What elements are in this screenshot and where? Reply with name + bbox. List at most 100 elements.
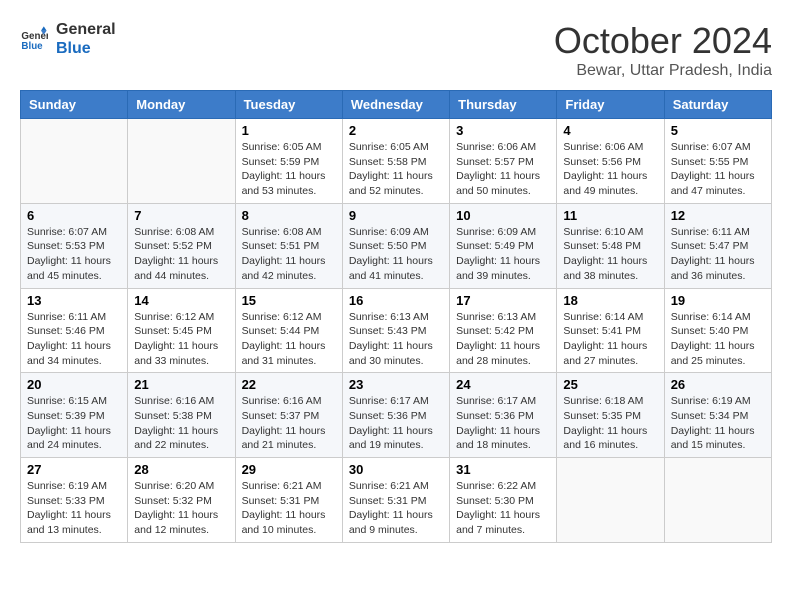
day-info: Sunrise: 6:18 AMSunset: 5:35 PMDaylight:… [563,394,657,453]
calendar-cell: 27 Sunrise: 6:19 AMSunset: 5:33 PMDayligh… [21,458,128,543]
day-number: 6 [27,208,121,223]
calendar-cell: 28 Sunrise: 6:20 AMSunset: 5:32 PMDayligh… [128,458,235,543]
calendar-week-2: 6 Sunrise: 6:07 AMSunset: 5:53 PMDaylight… [21,203,772,288]
day-number: 14 [134,293,228,308]
day-number: 1 [242,123,336,138]
header-thursday: Thursday [450,91,557,119]
calendar-header-row: SundayMondayTuesdayWednesdayThursdayFrid… [21,91,772,119]
day-info: Sunrise: 6:22 AMSunset: 5:30 PMDaylight:… [456,479,550,538]
logo: General Blue General Blue [20,20,116,58]
calendar-cell: 12Sunrise: 6:11 AMSunset: 5:47 PMDayligh… [664,203,771,288]
calendar-cell: 4Sunrise: 6:06 AMSunset: 5:56 PMDaylight… [557,119,664,204]
svg-text:Blue: Blue [21,41,43,52]
day-number: 27 [27,462,121,477]
day-number: 31 [456,462,550,477]
calendar-week-5: 27 Sunrise: 6:19 AMSunset: 5:33 PMDayligh… [21,458,772,543]
calendar-cell: 13 Sunrise: 6:11 AMSunset: 5:46 PMDayligh… [21,288,128,373]
day-number: 16 [349,293,443,308]
calendar-cell: 2 Sunrise: 6:05 AMSunset: 5:58 PMDaylight… [342,119,449,204]
header-friday: Friday [557,91,664,119]
calendar-table: SundayMondayTuesdayWednesdayThursdayFrid… [20,90,772,543]
day-number: 9 [349,208,443,223]
day-number: 2 [349,123,443,138]
header-saturday: Saturday [664,91,771,119]
day-number: 26 [671,377,765,392]
calendar-week-1: 1 Sunrise: 6:05 AMSunset: 5:59 PMDaylight… [21,119,772,204]
day-info: Sunrise: 6:13 AMSunset: 5:43 PMDaylight:… [349,310,443,369]
calendar-week-3: 13 Sunrise: 6:11 AMSunset: 5:46 PMDayligh… [21,288,772,373]
calendar-cell: 5Sunrise: 6:07 AMSunset: 5:55 PMDaylight… [664,119,771,204]
day-number: 30 [349,462,443,477]
day-info: Sunrise: 6:17 AMSunset: 5:36 PMDaylight:… [349,394,443,453]
calendar-cell: 18Sunrise: 6:14 AMSunset: 5:41 PMDayligh… [557,288,664,373]
day-info: Sunrise: 6:09 AMSunset: 5:49 PMDaylight:… [456,225,550,284]
day-info: Sunrise: 6:15 AMSunset: 5:39 PMDaylight:… [27,394,121,453]
location-subtitle: Bewar, Uttar Pradesh, India [554,62,772,80]
day-number: 28 [134,462,228,477]
calendar-cell: 23 Sunrise: 6:17 AMSunset: 5:36 PMDayligh… [342,373,449,458]
calendar-cell [21,119,128,204]
calendar-cell: 6 Sunrise: 6:07 AMSunset: 5:53 PMDaylight… [21,203,128,288]
header-tuesday: Tuesday [235,91,342,119]
day-info: Sunrise: 6:12 AMSunset: 5:44 PMDaylight:… [242,310,336,369]
day-info: Sunrise: 6:06 AMSunset: 5:57 PMDaylight:… [456,140,550,199]
calendar-cell: 1 Sunrise: 6:05 AMSunset: 5:59 PMDaylight… [235,119,342,204]
calendar-cell: 10 Sunrise: 6:09 AMSunset: 5:49 PMDayligh… [450,203,557,288]
logo-blue: Blue [56,39,116,58]
calendar-cell: 17Sunrise: 6:13 AMSunset: 5:42 PMDayligh… [450,288,557,373]
logo-icon: General Blue [20,25,48,53]
calendar-cell: 29 Sunrise: 6:21 AMSunset: 5:31 PMDayligh… [235,458,342,543]
day-info: Sunrise: 6:19 AMSunset: 5:33 PMDaylight:… [27,479,121,538]
day-info: Sunrise: 6:05 AMSunset: 5:59 PMDaylight:… [242,140,336,199]
day-info: Sunrise: 6:16 AMSunset: 5:37 PMDaylight:… [242,394,336,453]
calendar-cell: 14Sunrise: 6:12 AMSunset: 5:45 PMDayligh… [128,288,235,373]
header-monday: Monday [128,91,235,119]
calendar-cell [557,458,664,543]
calendar-cell: 11Sunrise: 6:10 AMSunset: 5:48 PMDayligh… [557,203,664,288]
calendar-cell: 24 Sunrise: 6:17 AMSunset: 5:36 PMDayligh… [450,373,557,458]
day-info: Sunrise: 6:14 AMSunset: 5:40 PMDaylight:… [671,310,765,369]
calendar-cell: 25 Sunrise: 6:18 AMSunset: 5:35 PMDayligh… [557,373,664,458]
day-info: Sunrise: 6:21 AMSunset: 5:31 PMDaylight:… [349,479,443,538]
day-info: Sunrise: 6:21 AMSunset: 5:31 PMDaylight:… [242,479,336,538]
day-info: Sunrise: 6:07 AMSunset: 5:53 PMDaylight:… [27,225,121,284]
day-number: 21 [134,377,228,392]
day-number: 5 [671,123,765,138]
calendar-cell: 16 Sunrise: 6:13 AMSunset: 5:43 PMDayligh… [342,288,449,373]
day-info: Sunrise: 6:05 AMSunset: 5:58 PMDaylight:… [349,140,443,199]
day-number: 23 [349,377,443,392]
day-info: Sunrise: 6:20 AMSunset: 5:32 PMDaylight:… [134,479,228,538]
day-number: 11 [563,208,657,223]
day-number: 8 [242,208,336,223]
calendar-cell: 7Sunrise: 6:08 AMSunset: 5:52 PMDaylight… [128,203,235,288]
calendar-cell: 9 Sunrise: 6:09 AMSunset: 5:50 PMDaylight… [342,203,449,288]
calendar-cell: 20Sunrise: 6:15 AMSunset: 5:39 PMDayligh… [21,373,128,458]
day-info: Sunrise: 6:14 AMSunset: 5:41 PMDaylight:… [563,310,657,369]
day-number: 29 [242,462,336,477]
day-number: 13 [27,293,121,308]
calendar-cell [128,119,235,204]
calendar-cell: 21 Sunrise: 6:16 AMSunset: 5:38 PMDayligh… [128,373,235,458]
day-number: 10 [456,208,550,223]
calendar-cell: 15Sunrise: 6:12 AMSunset: 5:44 PMDayligh… [235,288,342,373]
title-block: October 2024 Bewar, Uttar Pradesh, India [554,20,772,80]
day-info: Sunrise: 6:19 AMSunset: 5:34 PMDaylight:… [671,394,765,453]
calendar-cell [664,458,771,543]
day-info: Sunrise: 6:09 AMSunset: 5:50 PMDaylight:… [349,225,443,284]
calendar-cell: 26 Sunrise: 6:19 AMSunset: 5:34 PMDayligh… [664,373,771,458]
day-number: 4 [563,123,657,138]
day-info: Sunrise: 6:17 AMSunset: 5:36 PMDaylight:… [456,394,550,453]
day-number: 7 [134,208,228,223]
header-wednesday: Wednesday [342,91,449,119]
day-info: Sunrise: 6:11 AMSunset: 5:46 PMDaylight:… [27,310,121,369]
calendar-cell: 8 Sunrise: 6:08 AMSunset: 5:51 PMDaylight… [235,203,342,288]
day-info: Sunrise: 6:08 AMSunset: 5:51 PMDaylight:… [242,225,336,284]
day-number: 24 [456,377,550,392]
calendar-cell: 30 Sunrise: 6:21 AMSunset: 5:31 PMDayligh… [342,458,449,543]
header-sunday: Sunday [21,91,128,119]
day-info: Sunrise: 6:16 AMSunset: 5:38 PMDaylight:… [134,394,228,453]
logo-general: General [56,20,116,39]
day-number: 25 [563,377,657,392]
day-number: 12 [671,208,765,223]
calendar-cell: 31 Sunrise: 6:22 AMSunset: 5:30 PMDayligh… [450,458,557,543]
